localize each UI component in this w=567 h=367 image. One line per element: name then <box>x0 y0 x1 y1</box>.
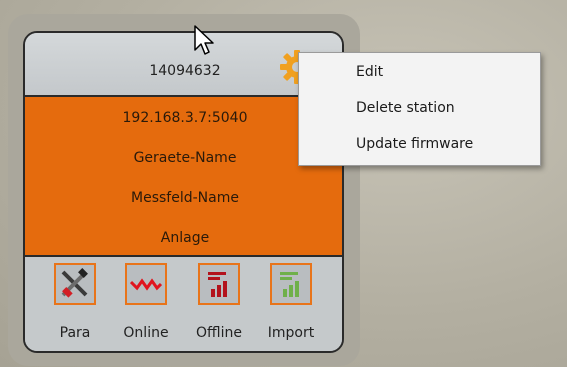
offline-button[interactable]: Offline <box>193 263 253 347</box>
para-tools-icon <box>61 268 88 298</box>
online-label: Online <box>123 325 169 341</box>
station-address: 192.168.3.7:5040 <box>122 110 248 126</box>
plant-name: Anlage <box>160 230 210 246</box>
station-info-panel: 192.168.3.7:5040 Geraete-Name Messfeld-N… <box>25 97 342 257</box>
offline-label: Offline <box>196 325 242 341</box>
context-menu: Edit Delete station Update firmware <box>298 52 541 166</box>
para-label: Para <box>59 325 91 341</box>
para-icon-box <box>54 263 96 305</box>
menu-item-label: Delete station <box>356 100 455 116</box>
import-button[interactable]: Import <box>265 263 325 347</box>
station-header: 14094632 <box>25 33 342 97</box>
menu-item-update-firmware[interactable]: Update firmware <box>300 129 539 159</box>
offline-bars-icon <box>208 272 227 297</box>
menu-item-edit[interactable]: Edit <box>300 57 539 87</box>
online-wave-icon <box>130 278 162 291</box>
para-button[interactable]: Para <box>49 263 109 347</box>
menu-item-delete-station[interactable]: Delete station <box>300 93 539 123</box>
menu-item-label: Update firmware <box>356 136 474 152</box>
import-bars-icon <box>280 272 299 297</box>
offline-icon-box <box>198 263 240 305</box>
online-button[interactable]: Online <box>120 263 180 347</box>
import-icon-box <box>270 263 312 305</box>
station-toolbar: Para Online Offline Import <box>25 257 342 351</box>
field-name: Messfeld-Name <box>131 190 239 206</box>
station-card[interactable]: 14094632 192.168.3.7:5040 Geraete-Name M… <box>23 31 344 353</box>
menu-item-label: Edit <box>356 64 384 80</box>
mouse-cursor-icon <box>194 25 214 55</box>
online-icon-box <box>125 263 167 305</box>
device-name: Geraete-Name <box>133 150 237 166</box>
import-label: Import <box>267 325 315 341</box>
